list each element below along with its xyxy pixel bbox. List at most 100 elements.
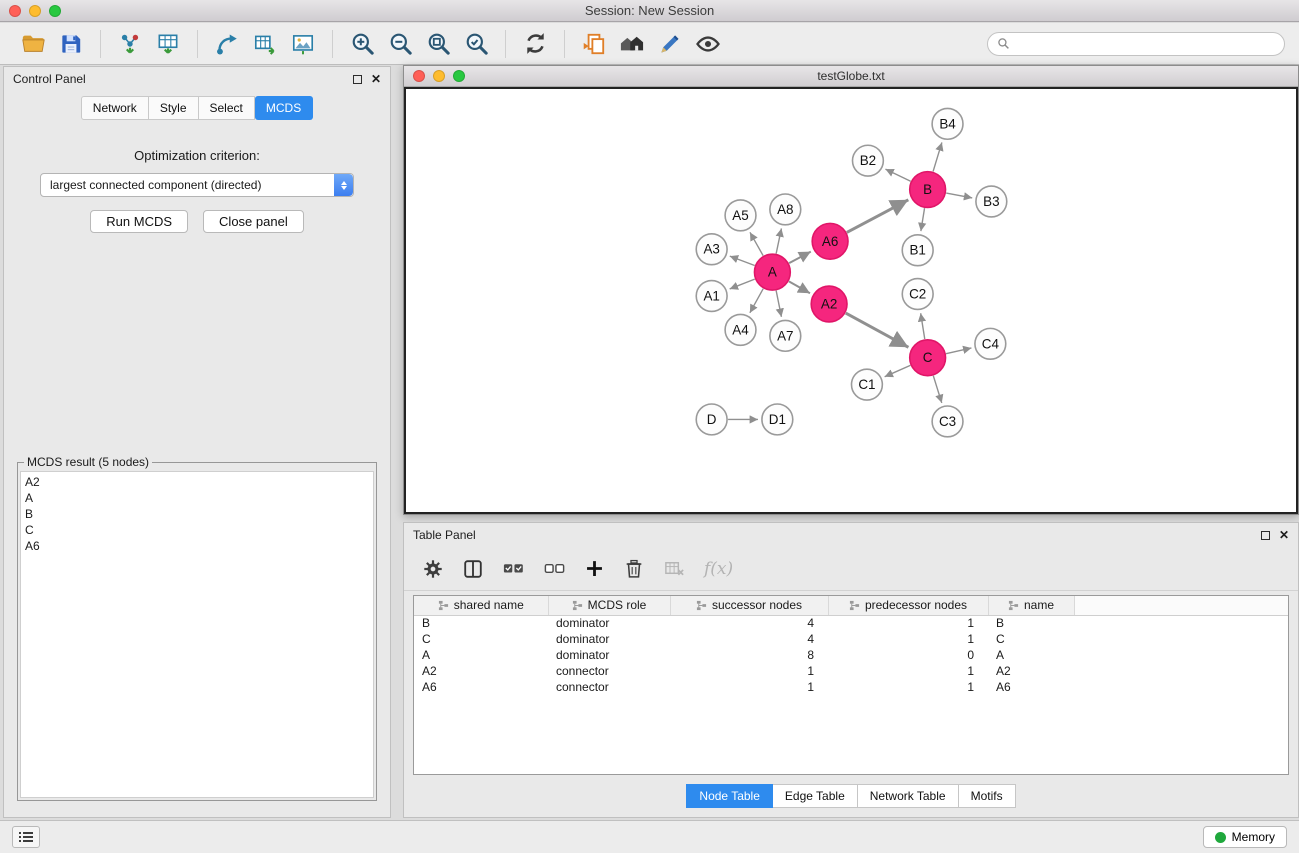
- table-row[interactable]: C dominator 4 1 C: [414, 631, 1288, 647]
- close-panel-icon[interactable]: ✕: [371, 74, 381, 84]
- cell-shared-name[interactable]: A6: [414, 679, 548, 695]
- cell-name[interactable]: B: [988, 615, 1074, 631]
- cell-shared-name[interactable]: A: [414, 647, 548, 663]
- cell-mcds-role[interactable]: dominator: [548, 631, 670, 647]
- zoom-in-button[interactable]: [343, 26, 381, 62]
- result-item[interactable]: C: [25, 522, 369, 538]
- home-button[interactable]: [613, 26, 651, 62]
- function-builder-button[interactable]: f(x): [704, 559, 733, 579]
- search-input[interactable]: [1015, 37, 1275, 51]
- task-history-button[interactable]: [12, 826, 40, 848]
- table-settings-button[interactable]: [422, 558, 444, 580]
- column-header-name[interactable]: name: [988, 596, 1074, 615]
- network-graph[interactable]: B4B2BB3A8A5A6A3B1AC2A1A2A4A7C4CC1DD1C3: [406, 89, 1296, 512]
- tab-node-table[interactable]: Node Table: [686, 784, 773, 808]
- delete-table-button[interactable]: [663, 557, 686, 580]
- column-header-successor-nodes[interactable]: successor nodes: [670, 596, 828, 615]
- column-header-predecessor-nodes[interactable]: predecessor nodes: [828, 596, 988, 615]
- graph-edge-A-A6[interactable]: [789, 252, 811, 264]
- result-item[interactable]: B: [25, 506, 369, 522]
- graph-edge-A-A8[interactable]: [776, 228, 781, 253]
- graph-edge-A-A5[interactable]: [750, 232, 763, 255]
- close-table-panel-icon[interactable]: ✕: [1279, 530, 1289, 540]
- column-header-shared-name[interactable]: shared name: [414, 596, 548, 615]
- float-panel-icon[interactable]: [353, 75, 362, 84]
- open-file-button[interactable]: [14, 26, 52, 62]
- float-table-panel-icon[interactable]: [1261, 531, 1270, 540]
- delete-column-button[interactable]: [623, 558, 645, 580]
- duplicate-network-button[interactable]: [575, 26, 613, 62]
- memory-button[interactable]: Memory: [1203, 826, 1287, 848]
- tab-edge-table[interactable]: Edge Table: [773, 784, 858, 808]
- cell-successor[interactable]: 1: [670, 663, 828, 679]
- search-box[interactable]: [987, 32, 1285, 56]
- cell-shared-name[interactable]: A2: [414, 663, 548, 679]
- tab-mcds[interactable]: MCDS: [255, 96, 313, 120]
- minimize-window-button[interactable]: [29, 5, 41, 17]
- cell-name[interactable]: C: [988, 631, 1074, 647]
- graph-edge-A-A3[interactable]: [730, 256, 755, 265]
- table-row[interactable]: A dominator 8 0 A: [414, 647, 1288, 663]
- tab-style[interactable]: Style: [149, 96, 199, 120]
- cell-predecessor[interactable]: 1: [828, 663, 988, 679]
- add-column-button[interactable]: [584, 558, 605, 579]
- optimization-criterion-dropdown[interactable]: largest connected component (directed): [40, 173, 354, 197]
- graph-edge-C-C4[interactable]: [946, 348, 971, 354]
- cell-shared-name[interactable]: C: [414, 631, 548, 647]
- network-window-titlebar[interactable]: testGlobe.txt: [404, 66, 1298, 87]
- close-window-button[interactable]: [9, 5, 21, 17]
- cell-predecessor[interactable]: 1: [828, 615, 988, 631]
- table-row[interactable]: B dominator 4 1 B: [414, 615, 1288, 631]
- result-item[interactable]: A2: [25, 474, 369, 490]
- save-session-button[interactable]: [52, 26, 90, 62]
- cell-mcds-role[interactable]: connector: [548, 679, 670, 695]
- network-zoom-button[interactable]: [453, 70, 465, 82]
- cell-name[interactable]: A: [988, 647, 1074, 663]
- tab-network-table[interactable]: Network Table: [858, 784, 959, 808]
- graph-edge-A-A2[interactable]: [789, 281, 810, 293]
- graph-edge-C-C3[interactable]: [933, 376, 941, 403]
- cell-successor[interactable]: 8: [670, 647, 828, 663]
- style-edit-button[interactable]: [651, 26, 689, 62]
- run-mcds-button[interactable]: Run MCDS: [90, 210, 188, 233]
- cell-name[interactable]: A2: [988, 663, 1074, 679]
- zoom-fit-button[interactable]: [419, 26, 457, 62]
- import-table-button[interactable]: [149, 26, 187, 62]
- graph-edge-A-A7[interactable]: [776, 291, 781, 317]
- graph-edge-B-B4[interactable]: [933, 142, 942, 171]
- cell-predecessor[interactable]: 1: [828, 679, 988, 695]
- graph-edge-B-B2[interactable]: [885, 169, 910, 181]
- export-table-button[interactable]: [246, 26, 284, 62]
- export-image-button[interactable]: [284, 26, 322, 62]
- result-item[interactable]: A: [25, 490, 369, 506]
- graph-edge-A6-B[interactable]: [847, 200, 909, 233]
- close-panel-button[interactable]: Close panel: [203, 210, 304, 233]
- cell-mcds-role[interactable]: dominator: [548, 615, 670, 631]
- network-close-button[interactable]: [413, 70, 425, 82]
- network-canvas[interactable]: B4B2BB3A8A5A6A3B1AC2A1A2A4A7C4CC1DD1C3: [404, 87, 1298, 514]
- graph-edge-A-A4[interactable]: [750, 289, 763, 313]
- network-minimize-button[interactable]: [433, 70, 445, 82]
- cell-predecessor[interactable]: 0: [828, 647, 988, 663]
- select-all-button[interactable]: [502, 557, 525, 580]
- graph-edge-B-B3[interactable]: [946, 193, 972, 198]
- refresh-button[interactable]: [516, 26, 554, 62]
- cell-shared-name[interactable]: B: [414, 615, 548, 631]
- tab-motifs[interactable]: Motifs: [959, 784, 1016, 808]
- cell-successor[interactable]: 1: [670, 679, 828, 695]
- zoom-selected-button[interactable]: [457, 26, 495, 62]
- export-network-button[interactable]: [208, 26, 246, 62]
- result-item[interactable]: A6: [25, 538, 369, 554]
- cell-successor[interactable]: 4: [670, 615, 828, 631]
- cell-mcds-role[interactable]: connector: [548, 663, 670, 679]
- column-header-mcds-role[interactable]: MCDS role: [548, 596, 670, 615]
- deselect-all-button[interactable]: [543, 557, 566, 580]
- graph-edge-C-C1[interactable]: [885, 365, 911, 376]
- cell-predecessor[interactable]: 1: [828, 631, 988, 647]
- show-columns-button[interactable]: [462, 558, 484, 580]
- zoom-out-button[interactable]: [381, 26, 419, 62]
- graph-edge-A2-C[interactable]: [846, 313, 909, 347]
- cell-successor[interactable]: 4: [670, 631, 828, 647]
- table-row[interactable]: A2 connector 1 1 A2: [414, 663, 1288, 679]
- cell-name[interactable]: A6: [988, 679, 1074, 695]
